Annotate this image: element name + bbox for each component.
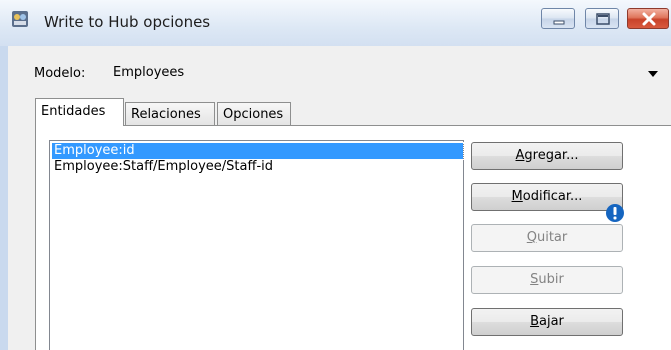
title-bar[interactable]: Write to Hub opciones (0, 0, 671, 46)
modify-button[interactable]: Modificar... (471, 183, 623, 211)
move-down-button-label: ajar (539, 314, 564, 329)
app-icon (12, 11, 28, 27)
maximize-button[interactable] (585, 8, 619, 29)
minimize-button[interactable] (541, 8, 575, 29)
info-icon (606, 204, 624, 222)
tab-opciones[interactable]: Opciones (217, 102, 291, 125)
close-button[interactable] (627, 8, 669, 29)
close-icon (642, 12, 656, 26)
list-item[interactable]: Employee:id (51, 142, 464, 160)
tab-entidades[interactable]: Entidades (35, 98, 124, 126)
maximize-icon (596, 13, 610, 25)
tab-opciones-label: Opciones (223, 107, 284, 122)
window-title: Write to Hub opciones (44, 13, 211, 31)
remove-button-label: uitar (536, 230, 568, 245)
move-up-button-label: ubir (538, 272, 564, 287)
add-button-label: gregar... (524, 148, 579, 163)
tab-panel-entidades: Employee:id Employee:Staff/Employee/Staf… (35, 125, 671, 350)
minimize-icon (553, 20, 565, 25)
modify-button-label: odificar... (522, 189, 583, 204)
model-label: Modelo: (34, 66, 86, 81)
list-item[interactable]: Employee:Staff/Employee/Staff-id (52, 159, 273, 175)
list-item-label: Employee:Staff/Employee/Staff-id (54, 159, 274, 174)
remove-button[interactable]: Quitar (471, 224, 623, 252)
dialog-window: Write to Hub opciones Modelo: Employees … (0, 0, 671, 350)
tab-relaciones[interactable]: Relaciones (125, 102, 215, 125)
add-button[interactable]: Agregar... (471, 142, 623, 170)
window-frame (0, 46, 8, 350)
list-item-label: Employee:id (54, 143, 135, 158)
chevron-down-icon[interactable] (648, 71, 658, 77)
tab-relaciones-label: Relaciones (131, 107, 201, 122)
tab-entidades-label: Entidades (41, 104, 106, 119)
modify-button-mnemonic: M (511, 189, 523, 204)
move-up-button[interactable]: Subir (471, 266, 623, 294)
remove-button-mnemonic: Q (526, 230, 537, 245)
model-dropdown[interactable]: Employees (108, 60, 664, 86)
entities-list[interactable]: Employee:id Employee:Staff/Employee/Staf… (49, 140, 464, 350)
move-down-button[interactable]: Bajar (471, 308, 623, 336)
dialog-content: Modelo: Employees Entidades Relaciones O… (8, 46, 671, 350)
move-down-button-mnemonic: B (530, 314, 540, 329)
model-dropdown-value: Employees (113, 65, 185, 80)
